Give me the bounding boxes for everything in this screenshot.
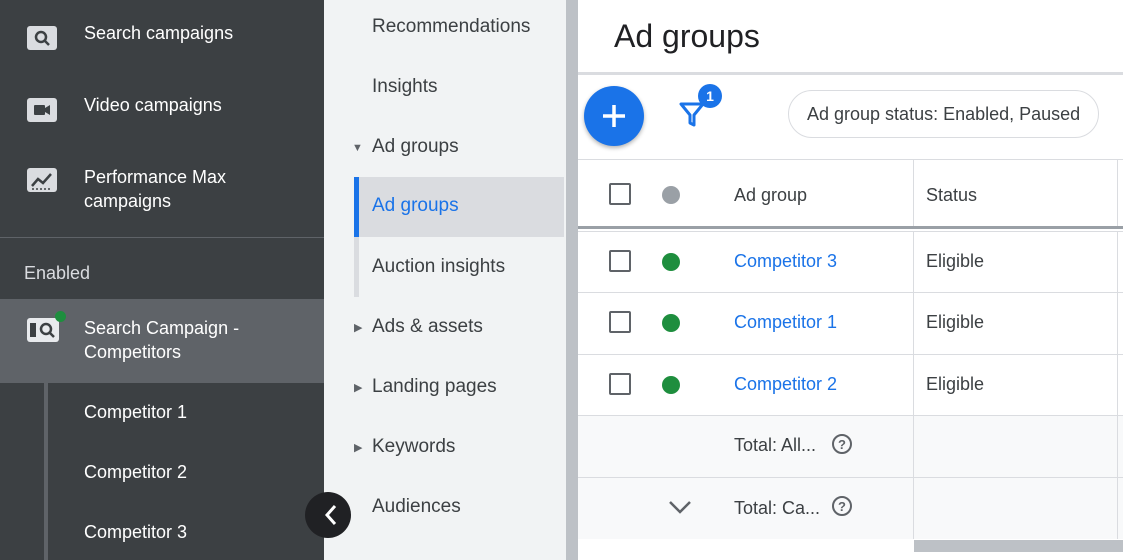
status-cell: Eligible [926,251,985,271]
nav-item-ad-groups-label: Ad groups [372,195,459,216]
status-cell: Eligible [926,312,985,332]
nav-item-recommendations[interactable]: Recommendations [372,16,530,38]
table-row: Competitor 2 Eligible [578,354,1123,415]
caret-right-icon: ▶ [354,382,363,394]
add-ad-group-button[interactable] [584,86,644,146]
enabled-status-dot [662,376,680,394]
totals-row: Total: All... ? [578,415,1123,477]
help-icon[interactable]: ? [832,434,852,454]
row-checkbox[interactable] [609,373,631,395]
sidebar-divider [0,237,324,238]
column-divider [1117,160,1118,226]
sidebar-ad-group-competitor-1[interactable]: Competitor 1 [84,402,187,423]
row-checkbox[interactable] [609,311,631,333]
collapse-sidebar-button[interactable] [305,492,351,538]
select-all-checkbox[interactable] [609,183,631,205]
status-cell: Eligible [926,374,985,394]
nav-sub-line [354,237,359,297]
column-divider [1117,416,1118,477]
ad-group-link[interactable]: Competitor 1 [734,312,837,333]
enabled-section-label: Enabled [24,263,91,283]
ad-group-status-filter-chip[interactable]: Ad group status: Enabled, Paused [788,90,1100,138]
caret-right-icon: ▶ [354,442,363,454]
nav-item-ad-groups-selected[interactable]: Ad groups [354,177,564,237]
active-campaign-label: Search Campaign - Competitors [84,316,239,364]
totals-row: Total: Ca... ? [578,477,1123,539]
performance-max-item[interactable]: Performance Max campaigns [0,164,324,220]
chevron-down-icon[interactable] [668,499,692,515]
column-divider [913,293,914,354]
chevron-left-icon [324,505,337,525]
column-divider [913,416,914,477]
column-divider [1117,478,1118,539]
column-divider [913,232,914,292]
help-icon[interactable]: ? [832,496,852,516]
search-icon [27,26,57,50]
performance-max-icon [27,168,57,192]
row-checkbox[interactable] [609,250,631,272]
main-content: Ad groups 1 Ad group status: Enabled, Pa… [578,0,1123,560]
plus-icon [603,105,625,127]
nav-item-ad-groups-parent[interactable]: Ad groups [372,136,459,158]
horizontal-scrollbar[interactable] [914,540,1123,552]
enabled-status-dot [55,311,66,322]
table-header-row: Ad group Status [578,159,1123,229]
active-campaign-item[interactable]: Search Campaign - Competitors [0,299,324,383]
active-campaign-label-line2: Competitors [84,342,182,362]
filter-count-badge: 1 [698,84,722,108]
status-dot-header [662,186,680,204]
nav-item-landing-pages[interactable]: Landing pages [372,376,497,398]
page-nav: Recommendations Insights ▼ Ad groups Ad … [324,0,566,560]
tree-line [44,383,48,560]
nav-item-auction-insights[interactable]: Auction insights [372,256,505,278]
ad-group-link[interactable]: Competitor 2 [734,374,837,395]
video-campaigns-label: Video campaigns [84,95,222,115]
campaign-sidebar: Search campaigns Video campaigns Perform… [0,0,324,560]
search-campaigns-label: Search campaigns [84,23,234,43]
active-campaign-label-line1: Search Campaign - [84,318,240,338]
page-title: Ad groups [614,18,760,54]
title-separator [578,72,1123,75]
total-campaign-label: Total: Ca... [734,498,821,518]
ad-group-link[interactable]: Competitor 3 [734,251,837,272]
video-campaigns-item[interactable]: Video campaigns [0,92,324,132]
nav-scrollbar[interactable] [566,0,578,560]
nav-item-audiences[interactable]: Audiences [372,496,461,518]
video-icon [27,98,57,122]
caret-down-icon: ▼ [352,142,363,154]
table-row: Competitor 3 Eligible [578,231,1123,292]
column-divider [913,160,914,226]
search-campaign-icon [27,318,59,342]
nav-item-ads-assets[interactable]: Ads & assets [372,316,483,338]
performance-max-label-line2: campaigns [84,191,172,211]
sidebar-ad-group-competitor-2[interactable]: Competitor 2 [84,462,187,483]
column-divider [1117,355,1118,415]
total-all-label: Total: All... [734,435,817,455]
nav-item-insights[interactable]: Insights [372,76,437,98]
column-header-ad-group[interactable]: Ad group [734,185,807,206]
search-campaigns-item[interactable]: Search campaigns [0,20,324,60]
column-header-status[interactable]: Status [926,185,977,206]
table-row: Competitor 1 Eligible [578,292,1123,354]
nav-item-keywords[interactable]: Keywords [372,436,455,458]
caret-right-icon: ▶ [354,322,363,334]
performance-max-label: Performance Max campaigns [84,165,226,213]
enabled-status-dot [662,253,680,271]
sidebar-ad-group-competitor-3[interactable]: Competitor 3 [84,522,187,543]
performance-max-label-line1: Performance Max [84,167,227,187]
column-divider [1117,232,1118,292]
enabled-status-dot [662,314,680,332]
column-divider [913,355,914,415]
column-divider [913,478,914,539]
column-divider [1117,293,1118,354]
